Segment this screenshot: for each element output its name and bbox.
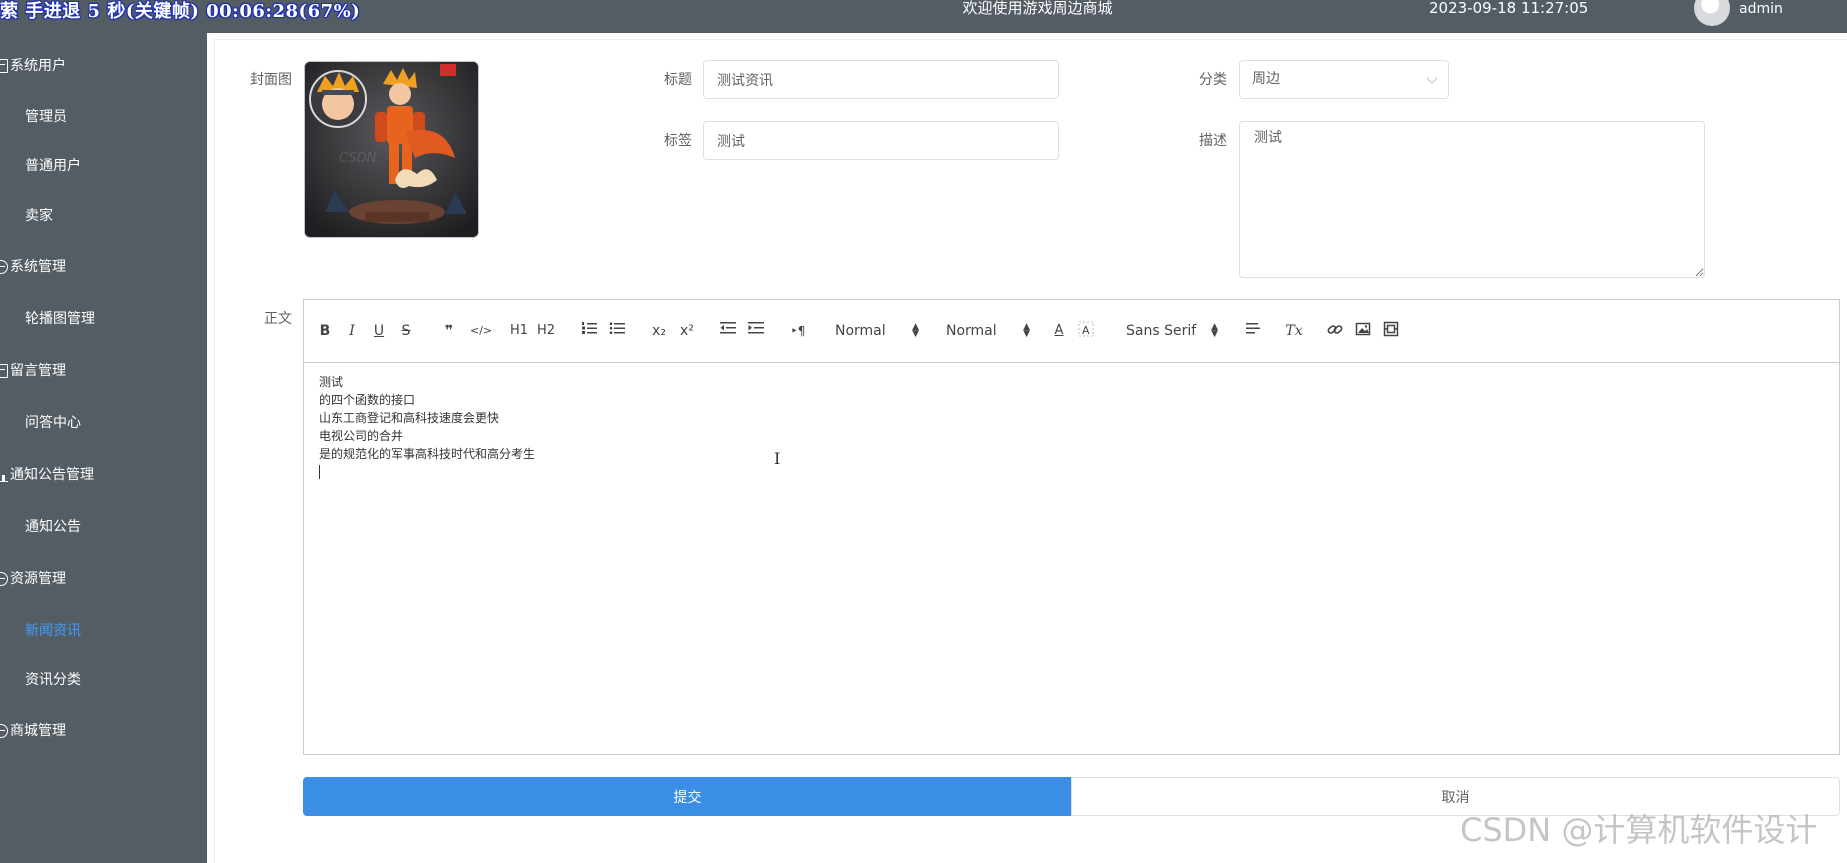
circle-icon <box>0 260 8 274</box>
category-label: 分类 <box>1199 72 1227 88</box>
sidebar-item-label: 资讯分类 <box>25 672 81 688</box>
watermark-text: CSDN @计算机软件设计 <box>1460 811 1818 849</box>
sidebar-item-news-categories[interactable]: 资讯分类 <box>25 670 81 690</box>
sidebar-item-label: 系统用户 <box>10 58 66 74</box>
underline-button[interactable]: U <box>373 321 385 341</box>
sidebar-item-news[interactable]: 新闻资讯 <box>25 621 81 641</box>
sidebar-item-label: 新闻资讯 <box>25 623 81 639</box>
category-select-value: 周边 <box>1252 71 1280 87</box>
subscript-button[interactable]: x₂ <box>650 321 668 341</box>
datetime-display: 2023-09-18 11:27:05 <box>1429 0 1589 17</box>
bullet-list-icon[interactable] <box>609 321 625 341</box>
header-1-button[interactable]: H1 <box>509 321 529 341</box>
username-label[interactable]: admin <box>1739 1 1783 17</box>
picker-arrows-icon: ▲ ▼ <box>1211 322 1218 339</box>
text-cursor-icon: I <box>774 449 781 468</box>
sidebar-item-qa-center[interactable]: 问答中心 <box>25 413 81 433</box>
editor-line: 的四个函数的接口 <box>319 393 416 407</box>
text-direction-button[interactable]: ‣¶ <box>789 321 807 341</box>
header-picker[interactable]: Normal ▲ ▼ <box>946 321 1030 341</box>
editor-toolbar: B I U S ❞ </> H1 H2 x₂ x² ‣¶ Normal ▲ ▼ N… <box>304 300 1839 363</box>
sidebar-item-label: 卖家 <box>25 208 53 224</box>
title-label: 标题 <box>664 72 692 88</box>
sidebar-item-label: 通知公告 <box>25 519 81 535</box>
blockquote-button[interactable]: ❞ <box>442 321 456 341</box>
sidebar-group-system-management[interactable]: 系统管理 <box>0 257 66 277</box>
sidebar-menu: 系统用户 管理员 普通用户 卖家 系统管理 轮播图管理 留言管理 问答中心 通知… <box>0 33 207 863</box>
strike-button[interactable]: S <box>400 321 412 341</box>
sidebar-item-normal-users[interactable]: 普通用户 <box>25 156 81 176</box>
chevron-down-icon <box>1426 72 1438 84</box>
title-input[interactable] <box>703 60 1059 99</box>
indent-icon[interactable] <box>748 321 764 341</box>
editor-line: 是的规范化的军事高科技时代和高分考生 <box>319 447 536 461</box>
image-icon[interactable] <box>1355 321 1371 341</box>
document-icon <box>0 364 8 378</box>
font-picker-value: Sans Serif <box>1126 323 1197 339</box>
body-label: 正文 <box>264 311 292 327</box>
sidebar-item-label: 商城管理 <box>10 723 66 739</box>
editor-line: 山东工商登记和高科技速度会更快 <box>319 411 500 425</box>
rich-text-editor: B I U S ❞ </> H1 H2 x₂ x² ‣¶ Normal ▲ ▼ N… <box>303 299 1840 755</box>
picker-arrows-icon: ▲ ▼ <box>912 322 919 339</box>
clear-format-button[interactable]: Tx <box>1285 321 1303 341</box>
outdent-icon[interactable] <box>720 321 736 341</box>
editor-line: 测试 <box>319 375 344 389</box>
size-picker-value: Normal <box>835 323 886 339</box>
cover-figure-image: CSDN <box>305 62 478 237</box>
document-icon <box>0 59 8 73</box>
size-picker[interactable]: Normal ▲ ▼ <box>835 321 919 341</box>
sidebar-item-sellers[interactable]: 卖家 <box>25 206 53 226</box>
sidebar-group-notice-management[interactable]: 通知公告管理 <box>0 465 94 485</box>
sidebar-item-label: 通知公告管理 <box>10 467 94 483</box>
font-picker[interactable]: Sans Serif ▲ ▼ <box>1126 321 1218 341</box>
header-picker-value: Normal <box>946 323 997 339</box>
sidebar-item-carousel[interactable]: 轮播图管理 <box>25 309 95 329</box>
circle-icon <box>0 572 8 586</box>
text-color-button[interactable]: A <box>1052 321 1066 341</box>
description-textarea[interactable]: 测试 <box>1239 121 1705 278</box>
submit-button[interactable]: 提交 <box>303 777 1072 816</box>
editor-line: 电视公司的合并 <box>319 429 404 443</box>
svg-text:A: A <box>1082 324 1090 337</box>
background-color-icon[interactable]: A <box>1078 321 1094 341</box>
link-icon[interactable] <box>1327 321 1343 341</box>
sidebar-group-mall[interactable]: 商城管理 <box>0 721 66 741</box>
sidebar-item-label: 轮播图管理 <box>25 311 95 327</box>
circle-icon <box>0 724 8 738</box>
italic-button[interactable]: I <box>347 321 357 341</box>
bold-button[interactable]: B <box>319 321 331 341</box>
sidebar-item-notices[interactable]: 通知公告 <box>25 517 81 537</box>
sidebar-item-label: 资源管理 <box>10 571 66 587</box>
top-header: 萦 手进退 5 秒(关键帧) 00:06:28(67%) 欢迎使用游戏周边商城 … <box>0 0 1847 33</box>
bar-chart-icon <box>0 468 8 482</box>
editor-content[interactable]: 测试 的四个函数的接口 山东工商登记和高科技速度会更快 电视公司的合并 是的规范… <box>319 373 535 479</box>
sidebar-item-label: 管理员 <box>25 109 67 125</box>
category-select[interactable]: 周边 <box>1239 60 1449 99</box>
cover-label: 封面图 <box>250 72 292 88</box>
sidebar-item-label: 问答中心 <box>25 415 81 431</box>
header-2-button[interactable]: H2 <box>536 321 556 341</box>
sidebar-item-label: 系统管理 <box>10 259 66 275</box>
align-left-icon[interactable] <box>1245 321 1261 341</box>
description-label: 描述 <box>1199 133 1227 149</box>
superscript-button[interactable]: x² <box>678 321 696 341</box>
picker-arrows-icon: ▲ ▼ <box>1023 322 1030 339</box>
code-button[interactable]: </> <box>470 321 492 341</box>
sidebar-item-label: 留言管理 <box>10 363 66 379</box>
sidebar-item-label: 普通用户 <box>25 158 81 174</box>
text-caret <box>319 465 320 479</box>
tags-label: 标签 <box>664 133 692 149</box>
cover-image-upload[interactable]: CSDN <box>304 61 479 238</box>
sidebar-item-admin[interactable]: 管理员 <box>25 107 67 127</box>
sidebar-group-system-users[interactable]: 系统用户 <box>0 56 66 76</box>
svg-text:CSDN: CSDN <box>339 151 377 166</box>
sidebar-group-resources[interactable]: 资源管理 <box>0 569 66 589</box>
sidebar-group-messages[interactable]: 留言管理 <box>0 361 66 381</box>
ordered-list-icon[interactable] <box>581 321 597 341</box>
video-icon[interactable] <box>1383 321 1399 341</box>
tags-input[interactable] <box>703 121 1059 160</box>
user-avatar[interactable] <box>1694 0 1730 26</box>
